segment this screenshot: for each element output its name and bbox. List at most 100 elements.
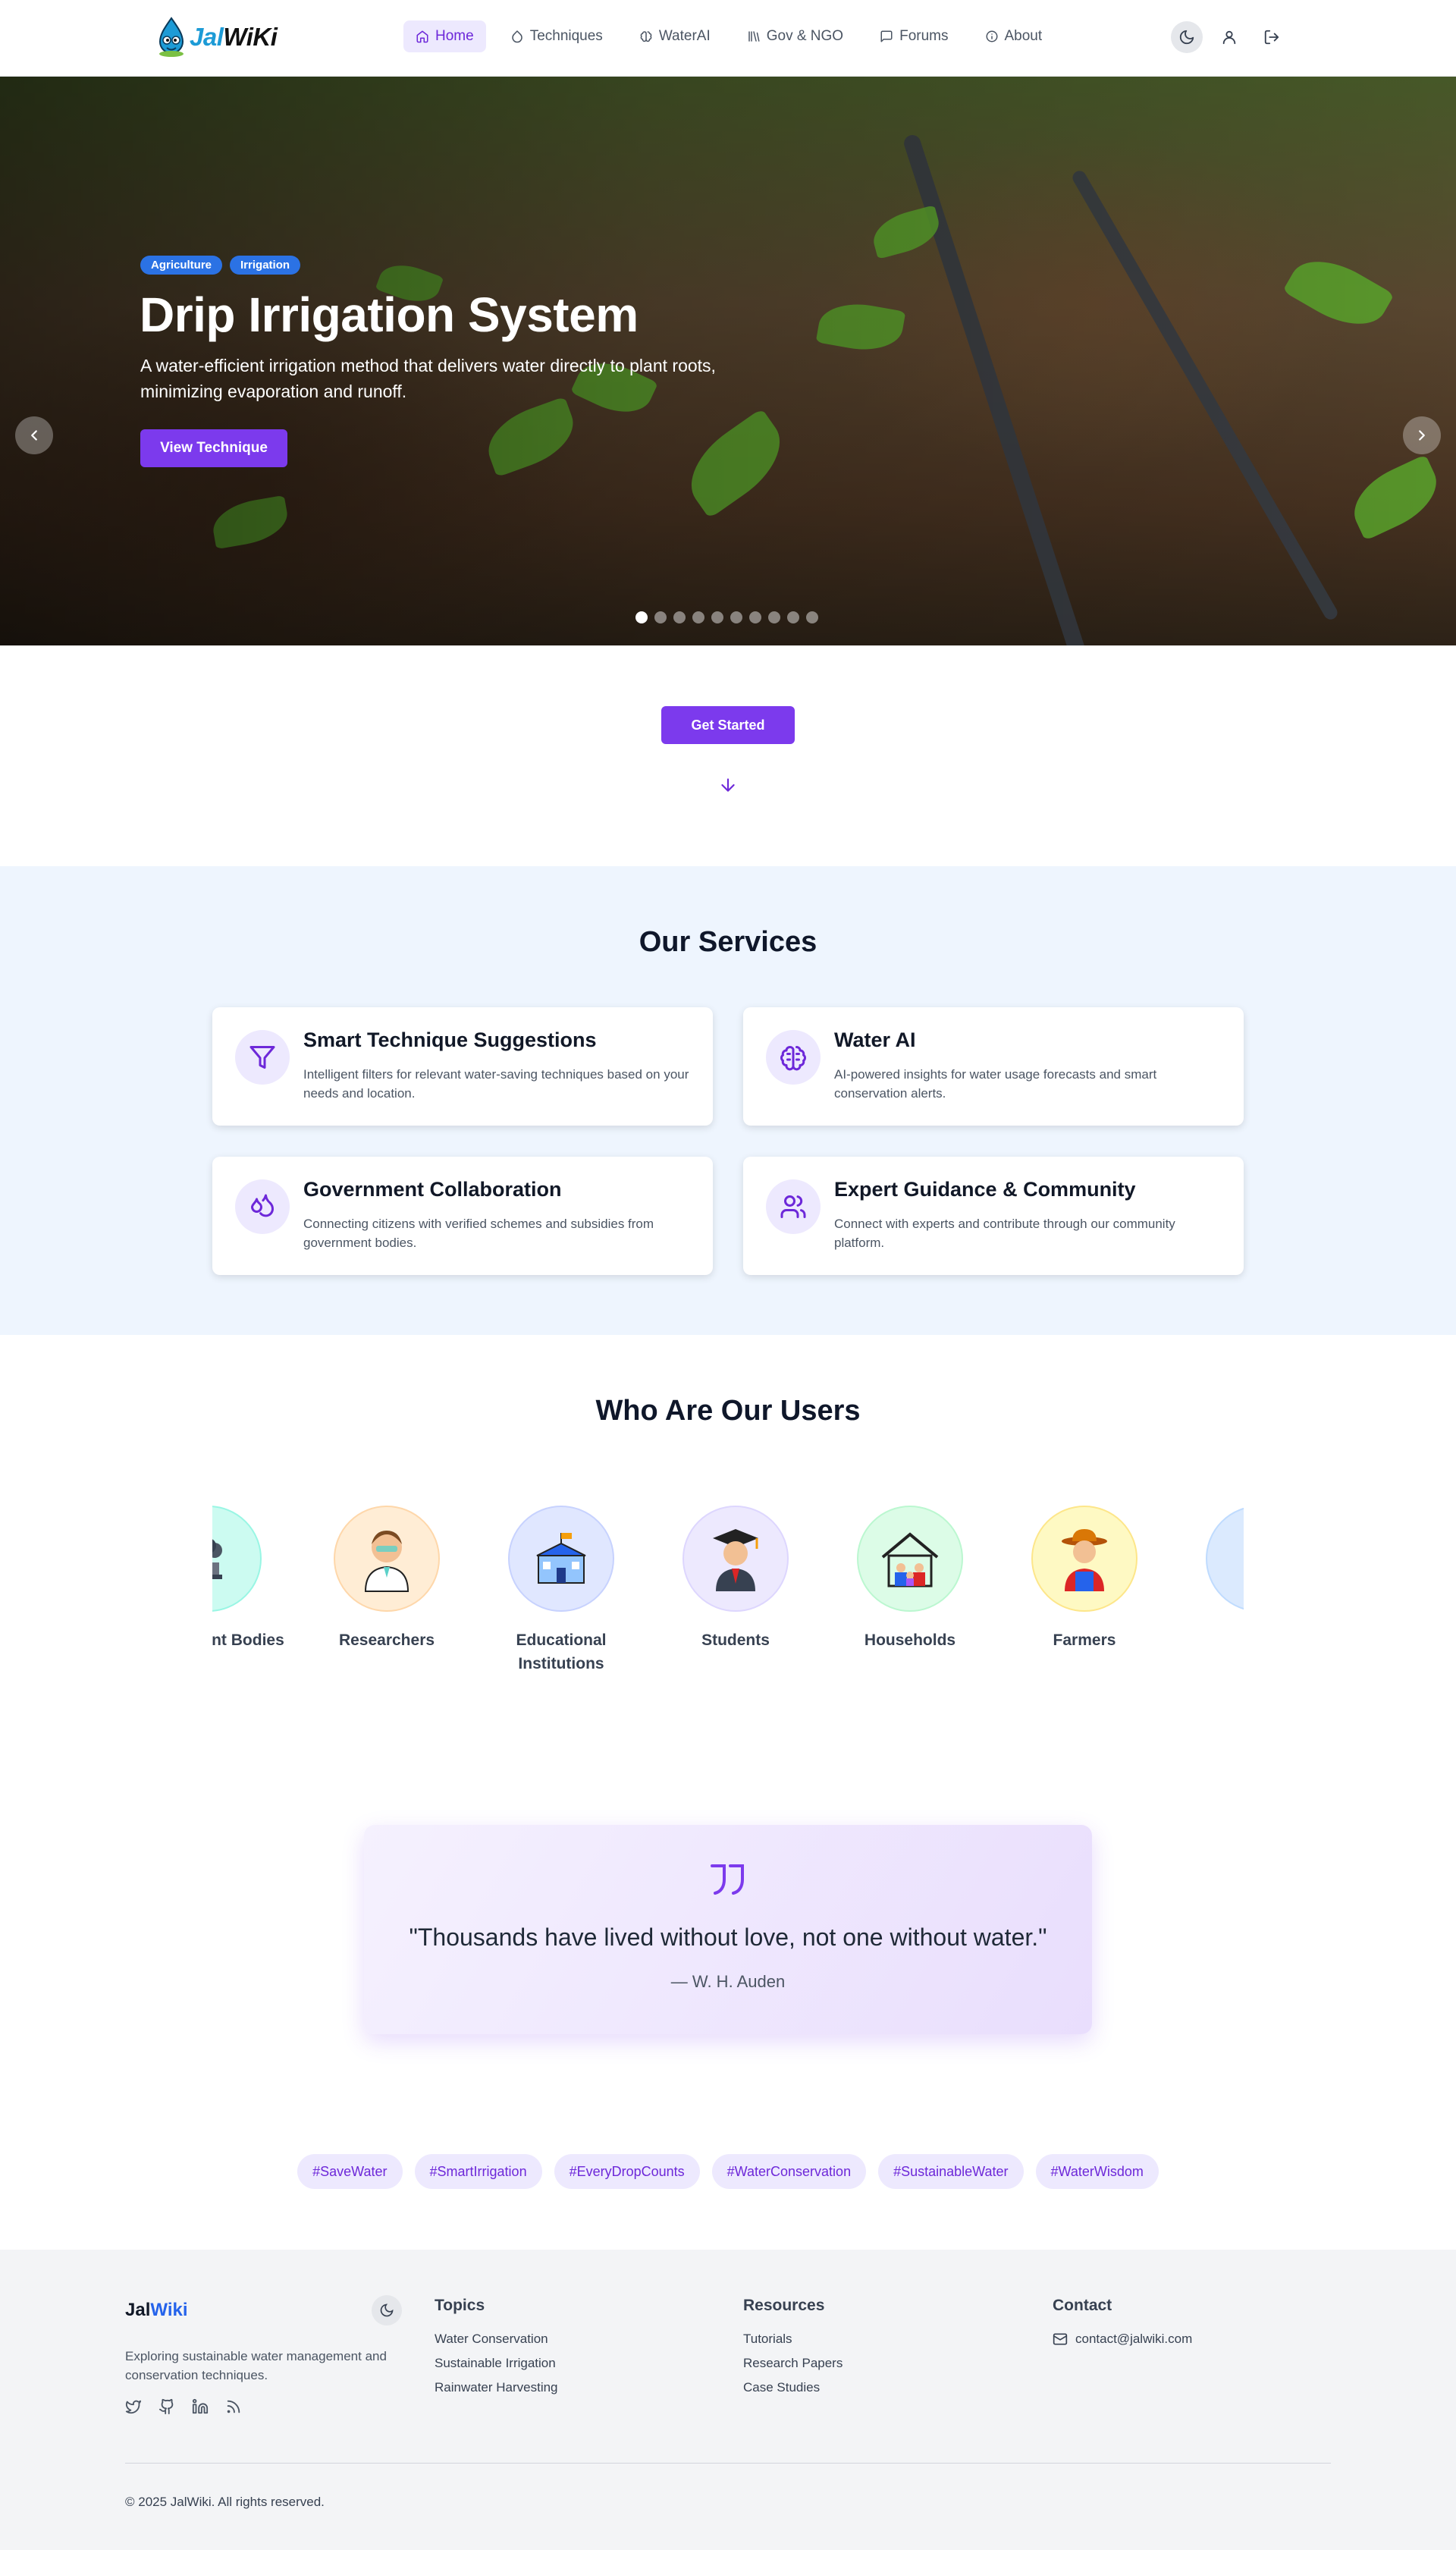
footer-topics: Topics Water Conservation Sustainable Ir… — [435, 2297, 558, 2404]
carousel-dot[interactable] — [787, 611, 799, 623]
nav-item-label: About — [1004, 28, 1043, 44]
nav-item-label: Techniques — [529, 28, 603, 44]
service-title: Water AI — [834, 1028, 916, 1051]
service-card-expert-guidance[interactable]: Expert Guidance & Community Connect with… — [743, 1157, 1244, 1275]
nav-item-gov-ngo[interactable]: Gov & NGO — [735, 20, 855, 52]
brain-icon — [640, 31, 652, 42]
nav-item-techniques[interactable]: Techniques — [498, 20, 615, 52]
hero-title: Drip Irrigation System — [140, 287, 639, 342]
hashtag-chip[interactable]: #EveryDropCounts — [554, 2154, 700, 2189]
footer-link[interactable]: Water Conservation — [435, 2332, 558, 2347]
family-house-icon — [857, 1506, 963, 1612]
service-description: Connecting citizens with verified scheme… — [303, 1217, 654, 1250]
services-title: Our Services — [639, 926, 817, 958]
user-item-government[interactable]: Government Bodies — [212, 1506, 296, 1652]
user-item-households[interactable]: Households — [823, 1506, 997, 1652]
service-title: Government Collaboration — [303, 1178, 562, 1201]
users-icon — [766, 1179, 821, 1234]
footer-link[interactable]: Research Papers — [743, 2356, 843, 2371]
footer-divider — [125, 2463, 1331, 2464]
nav-item-waterai[interactable]: WaterAI — [627, 20, 723, 52]
user-item-farmers[interactable]: Farmers — [997, 1506, 1172, 1652]
chevron-right-icon — [1419, 430, 1425, 441]
log-out-icon — [1264, 30, 1279, 45]
user-item-students[interactable]: Students — [648, 1506, 823, 1652]
user-label: Students — [701, 1631, 770, 1649]
nav-item-label: Forums — [899, 28, 949, 44]
logout-button[interactable] — [1256, 21, 1288, 53]
footer-link[interactable]: Tutorials — [743, 2332, 843, 2347]
footer-theme-toggle-button[interactable] — [372, 2295, 402, 2325]
main-menu: Home Techniques WaterAI Gov & NGO Forums… — [403, 20, 1054, 52]
view-technique-button[interactable]: View Technique — [140, 429, 287, 467]
hashtag-chip[interactable]: #WaterConservation — [711, 2154, 867, 2189]
graduate-icon — [682, 1506, 789, 1612]
info-icon — [986, 30, 997, 42]
service-title: Expert Guidance & Community — [834, 1178, 1136, 1201]
hashtag-chip[interactable]: #WaterWisdom — [1035, 2154, 1159, 2189]
footer-link[interactable]: Rainwater Harvesting — [435, 2380, 558, 2395]
droplets-icon — [235, 1179, 290, 1234]
nav-item-label: WaterAI — [658, 28, 711, 44]
user-label: Farmers — [1053, 1631, 1116, 1649]
moon-icon — [1179, 30, 1194, 45]
carousel-dot[interactable] — [730, 611, 742, 623]
hero-tags: Agriculture Irrigation — [140, 256, 301, 275]
user-label: Households — [864, 1631, 956, 1649]
theme-toggle-button[interactable] — [1171, 21, 1203, 53]
service-description: Intelligent filters for relevant water-s… — [303, 1067, 689, 1101]
footer-link[interactable]: Sustainable Irrigation — [435, 2356, 558, 2371]
logo-prefix: Jal — [190, 23, 224, 51]
user-label: Researchers — [338, 1631, 435, 1649]
footer-link[interactable]: Case Studies — [743, 2380, 843, 2395]
carousel-dot[interactable] — [692, 611, 704, 623]
footer-description: Exploring sustainable water management a… — [125, 2349, 387, 2382]
mail-icon — [1053, 2333, 1068, 2345]
service-card-smart-techniques[interactable]: Smart Technique Suggestions Intelligent … — [212, 1007, 713, 1126]
arrow-down-icon — [721, 778, 735, 792]
profile-button[interactable] — [1213, 21, 1245, 53]
twitter-icon[interactable] — [125, 2398, 142, 2415]
user-item-educational[interactable]: Educational Institutions — [474, 1506, 648, 1675]
carousel-dot[interactable] — [711, 611, 723, 623]
site-logo[interactable]: JalWiKi — [155, 17, 278, 58]
scroll-down-button[interactable] — [718, 775, 738, 795]
service-title: Smart Technique Suggestions — [303, 1028, 597, 1051]
farmer-icon — [1031, 1506, 1138, 1612]
carousel-dot[interactable] — [806, 611, 818, 623]
carousel-dot[interactable] — [635, 611, 648, 623]
hero-carousel: Agriculture Irrigation Drip Irrigation S… — [0, 77, 1456, 645]
carousel-dot[interactable] — [673, 611, 686, 623]
hashtag-chip[interactable]: #SustainableWater — [878, 2154, 1024, 2189]
rss-icon[interactable] — [225, 2398, 242, 2415]
linkedin-icon[interactable] — [192, 2398, 209, 2415]
service-card-water-ai[interactable]: Water AI AI-powered insights for water u… — [743, 1007, 1244, 1126]
carousel-dot[interactable] — [768, 611, 780, 623]
brain-icon — [766, 1030, 821, 1085]
user-item-partial[interactable] — [1172, 1506, 1244, 1628]
social-links — [125, 2398, 242, 2415]
user-avatar-icon — [1206, 1506, 1244, 1612]
carousel-prev-button[interactable] — [15, 416, 53, 454]
chevron-left-icon — [31, 430, 37, 441]
user-item-researchers[interactable]: Researchers — [300, 1506, 474, 1652]
service-card-government[interactable]: Government Collaboration Connecting citi… — [212, 1157, 713, 1275]
hashtag-chip[interactable]: #SmartIrrigation — [414, 2154, 542, 2189]
nav-item-about[interactable]: About — [973, 20, 1055, 52]
quote-card: "Thousands have lived without love, not … — [364, 1825, 1092, 2034]
user-label: Government Bodies — [212, 1631, 284, 1649]
nav-item-forums[interactable]: Forums — [868, 20, 960, 52]
nav-item-home[interactable]: Home — [403, 20, 486, 52]
nav-item-label: Gov & NGO — [766, 28, 844, 44]
contact-email-link[interactable]: contact@jalwiki.com — [1053, 2332, 1192, 2347]
carousel-next-button[interactable] — [1403, 416, 1441, 454]
users-title: Who Are Our Users — [595, 1395, 861, 1427]
carousel-dot[interactable] — [654, 611, 667, 623]
services-section: Our Services Smart Technique Suggestions… — [0, 866, 1456, 1335]
github-icon[interactable] — [158, 2398, 175, 2415]
carousel-dot[interactable] — [749, 611, 761, 623]
carousel-indicators — [635, 611, 818, 623]
get-started-button[interactable]: Get Started — [661, 706, 795, 744]
hashtag-chip[interactable]: #SaveWater — [297, 2154, 403, 2189]
quote-text: "Thousands have lived without love, not … — [409, 1923, 1047, 1951]
